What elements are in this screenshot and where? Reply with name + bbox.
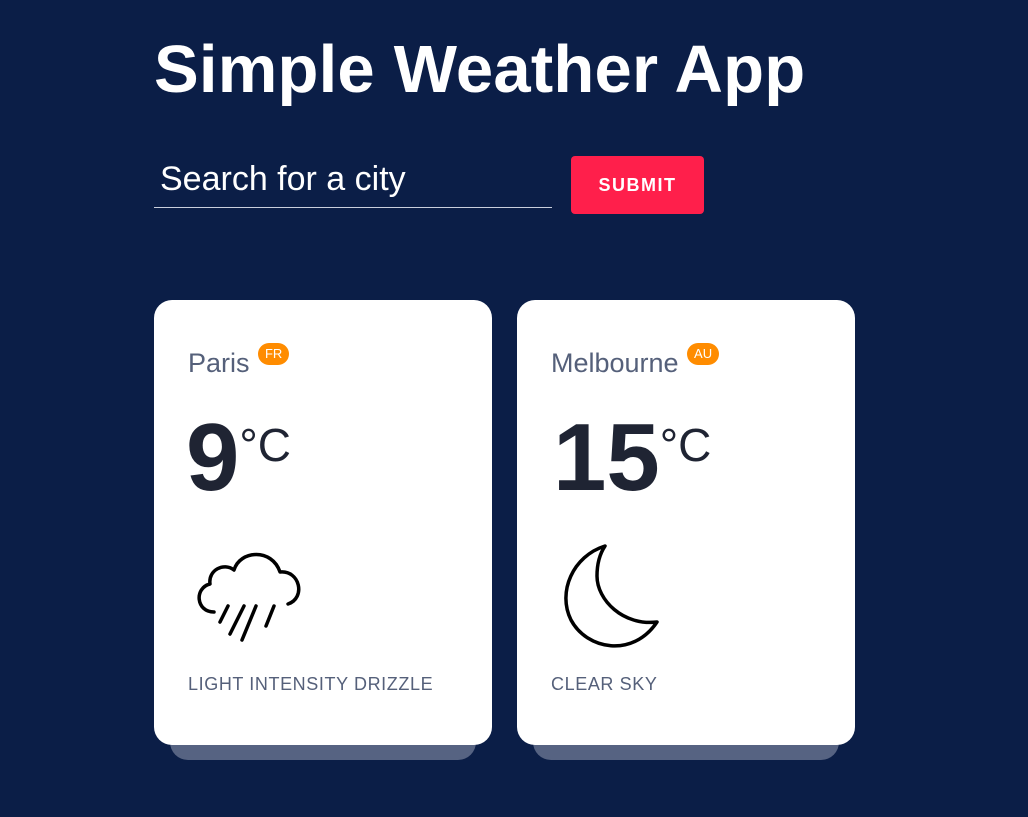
- temperature-unit: °C: [659, 419, 712, 471]
- search-form: SUBMIT: [154, 156, 714, 216]
- weather-description: CLEAR SKY: [551, 674, 658, 694]
- country-badge: FR: [257, 343, 290, 365]
- crescent-moon-icon: [564, 544, 659, 648]
- submit-button[interactable]: SUBMIT: [571, 156, 704, 214]
- weather-card-paris: Paris FR 9°C LIGHT INTENSITY DRIZZLE: [154, 300, 492, 760]
- rain-cloud-icon: [197, 552, 301, 642]
- city-card: Paris FR 9°C LIGHT INTENSITY DRIZZLE: [154, 300, 492, 745]
- city-card: Melbourne AU 15°C CLEAR SKY: [517, 300, 855, 745]
- temperature-value: 15: [553, 404, 660, 511]
- city-heading: Paris FR: [188, 343, 290, 388]
- temperature-value: 9: [186, 404, 240, 511]
- temperature-unit: °C: [239, 419, 292, 471]
- city-heading: Melbourne AU: [551, 343, 720, 388]
- temperature: 15°C: [553, 408, 711, 518]
- weather-description: LIGHT INTENSITY DRIZZLE: [188, 674, 434, 694]
- weather-card-melbourne: Melbourne AU 15°C CLEAR SKY: [517, 300, 855, 760]
- city-search-input[interactable]: [154, 156, 552, 208]
- country-badge: AU: [687, 343, 720, 365]
- city-name: Paris: [188, 348, 250, 378]
- city-name: Melbourne: [551, 348, 679, 378]
- temperature: 9°C: [186, 408, 291, 518]
- app-title: Simple Weather App: [154, 32, 806, 107]
